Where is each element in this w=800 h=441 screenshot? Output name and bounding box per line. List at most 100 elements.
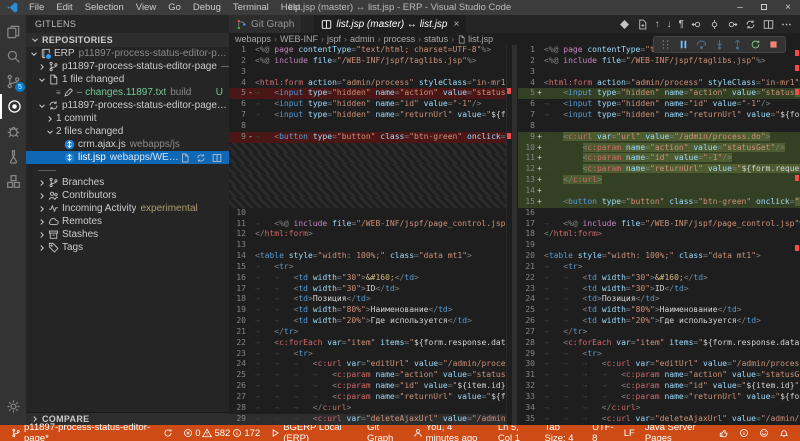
gutter[interactable]: 3 [229, 67, 255, 78]
gutter[interactable]: 13 [229, 240, 255, 251]
gutter[interactable]: 14 [229, 251, 255, 262]
gutter[interactable]: 35 [518, 414, 544, 425]
breadcrumb-item[interactable]: list.jsp [468, 34, 493, 44]
gutter[interactable]: 25 [518, 305, 544, 316]
more-actions-icon[interactable] [781, 19, 792, 30]
activity-source-control[interactable]: 5 [0, 69, 26, 94]
scrollbar[interactable] [512, 45, 517, 425]
gutter[interactable]: 16 [229, 273, 255, 284]
open-file-icon[interactable] [180, 153, 190, 163]
tree-item-working-tree[interactable]: p11897-process-status-editor-page (worki… [26, 99, 229, 112]
gutter[interactable]: 15+ [518, 197, 544, 208]
gutter[interactable]: 5+ [518, 88, 544, 99]
status-smiley-icon[interactable] [754, 425, 774, 441]
open-on-remote-icon[interactable] [212, 153, 222, 163]
gutter[interactable]: 28 [518, 338, 544, 349]
split-editor-icon[interactable] [763, 19, 774, 30]
open-changes-with-next-icon[interactable] [727, 19, 738, 30]
gutter[interactable]: 20 [229, 316, 255, 327]
tree-item-branch-current[interactable]: p11897-process-status-editor-page— origi… [26, 60, 229, 73]
menu-debug[interactable]: Debug [187, 0, 227, 15]
close-button[interactable]: × [776, 0, 800, 15]
open-changes-with-previous-icon[interactable] [691, 19, 702, 30]
swap-sides-icon[interactable] [619, 19, 630, 30]
gutter[interactable]: 12 [229, 229, 255, 240]
status-branch-indicator[interactable]: p11897-process-status-editor-page* [6, 425, 158, 441]
gutter[interactable]: 12+ [518, 164, 544, 175]
breadcrumb-item[interactable]: WEB-INF [280, 34, 318, 44]
next-change-icon[interactable]: ↓ [667, 19, 672, 30]
problems-indicator[interactable]: 0582172 [178, 425, 265, 441]
gutter[interactable]: 9- [229, 132, 255, 143]
diff-pane-modified[interactable]: 1<%@ page contentType="text/html; charse… [518, 45, 800, 425]
gutter[interactable]: 33 [518, 392, 544, 403]
breadcrumb-item[interactable]: webapps [235, 34, 271, 44]
toggle-whitespace-icon[interactable]: ¶ [679, 19, 684, 30]
gutter[interactable]: 26 [229, 381, 255, 392]
gutter[interactable]: 8 [229, 121, 255, 132]
menu-view[interactable]: View [130, 0, 162, 15]
activity-manage[interactable] [0, 394, 26, 419]
stop-icon[interactable] [768, 39, 779, 50]
tree-item-remotes[interactable]: Remotes [26, 215, 229, 228]
open-changes-icon[interactable] [637, 19, 648, 30]
gutter[interactable]: 18 [518, 229, 544, 240]
status-git-graph-status[interactable]: Git Graph [362, 425, 408, 441]
gutter[interactable]: 24 [229, 359, 255, 370]
status-info-status-icon[interactable] [734, 425, 754, 441]
gutter[interactable]: 9+ [518, 132, 544, 143]
previous-change-icon[interactable]: ↑ [655, 19, 660, 30]
gitlens-annotations-icon[interactable] [745, 19, 756, 30]
gutter[interactable]: 19 [518, 240, 544, 251]
status-language-mode[interactable]: Java Server Pages [640, 425, 714, 441]
status-encoding[interactable]: UTF-8 [587, 425, 619, 441]
gutter[interactable]: 24 [518, 294, 544, 305]
gutter[interactable]: 29 [229, 414, 255, 425]
gutter[interactable]: 15 [229, 262, 255, 273]
gutter[interactable]: 4 [518, 78, 544, 89]
diff-editor[interactable]: 1<%@ page contentType="text/html; charse… [229, 45, 800, 425]
breadcrumb-item[interactable]: process [384, 34, 416, 44]
activity-explorer[interactable] [0, 19, 26, 44]
status-eol[interactable]: LF [619, 425, 640, 441]
gutter[interactable]: 1 [229, 45, 255, 56]
activity-debug[interactable] [0, 119, 26, 144]
gutter[interactable]: 1 [518, 45, 544, 56]
gutter[interactable]: 6 [229, 99, 255, 110]
gutter[interactable]: 20 [518, 251, 544, 262]
menu-selection[interactable]: Selection [79, 0, 130, 15]
gutter[interactable]: 26 [518, 316, 544, 327]
gutter[interactable]: 23 [518, 284, 544, 295]
minimize-button[interactable]: – [728, 0, 752, 15]
status-sync-indicator[interactable] [158, 425, 178, 441]
close-tab-icon[interactable]: × [453, 19, 459, 30]
restart-icon[interactable] [750, 39, 761, 50]
gutter[interactable]: 28 [229, 403, 255, 414]
diff-sash[interactable] [506, 45, 518, 425]
menu-edit[interactable]: Edit [50, 0, 78, 15]
gutter[interactable]: 5- [229, 88, 255, 99]
gutter[interactable]: 21 [518, 262, 544, 273]
gutter[interactable]: 7 [518, 110, 544, 121]
diff-pane-original[interactable]: 1<%@ page contentType="text/html; charse… [229, 45, 506, 425]
gutter[interactable]: 21 [229, 327, 255, 338]
tree-item-branches[interactable]: Branches [26, 176, 229, 189]
gutter[interactable]: 2 [229, 56, 255, 67]
tree-item-file-crm-ajax[interactable]: crm.ajax.jswebapps/js [26, 138, 229, 151]
drag-handle-icon[interactable] [660, 39, 671, 50]
tree-item-tags[interactable]: Tags [26, 241, 229, 254]
gutter[interactable]: 18 [229, 294, 255, 305]
gutter[interactable]: 6 [518, 99, 544, 110]
activity-test[interactable] [0, 144, 26, 169]
gutter[interactable]: 8 [518, 121, 544, 132]
status-feedback-icon[interactable] [714, 425, 734, 441]
gutter[interactable]: 4 [229, 78, 255, 89]
pause-icon[interactable] [678, 39, 689, 50]
status-debug-run[interactable]: BGERP Local (ERP) [265, 425, 362, 441]
tree-item-incoming-activity[interactable]: Incoming Activityexperimental [26, 202, 229, 215]
step-over-icon[interactable] [696, 39, 707, 50]
status-blame-annotation[interactable]: You, 4 minutes ago [408, 425, 493, 441]
gutter[interactable]: 27 [518, 327, 544, 338]
gutter[interactable]: 34 [518, 403, 544, 414]
menu-go[interactable]: Go [162, 0, 187, 15]
